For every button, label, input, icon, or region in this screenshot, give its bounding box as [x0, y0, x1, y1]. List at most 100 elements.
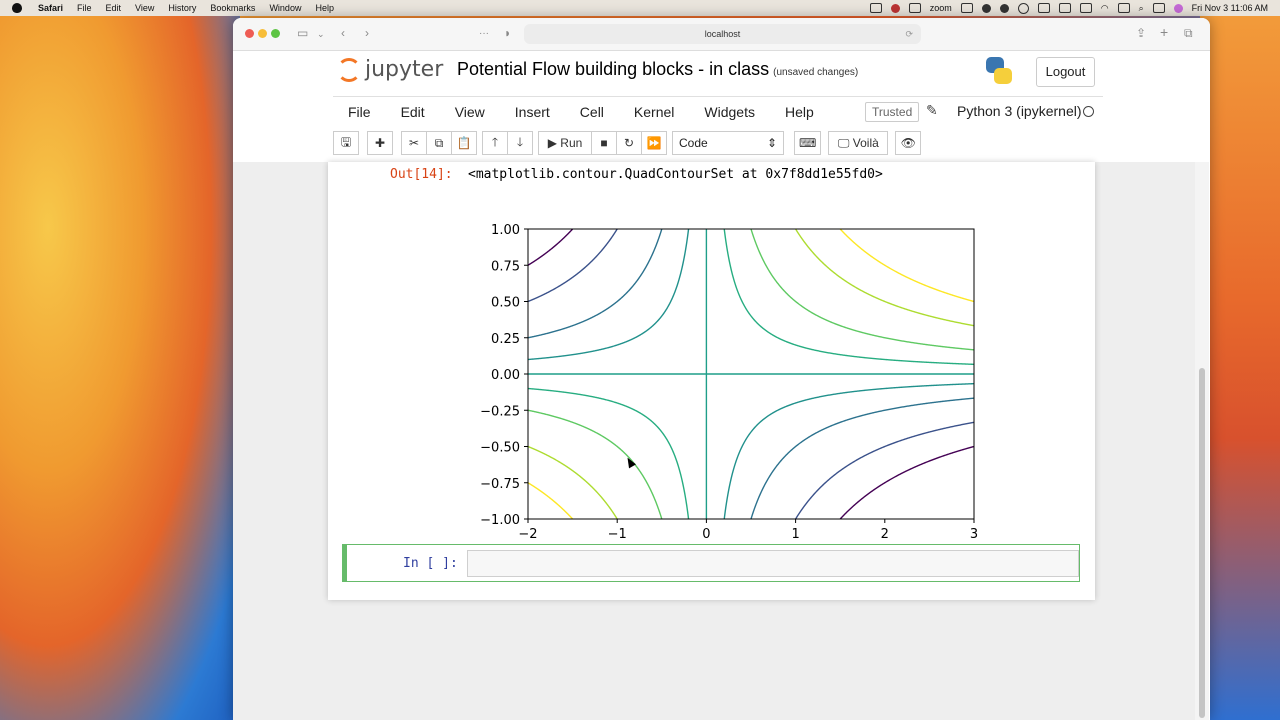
menubar-item-history[interactable]: History	[168, 3, 196, 13]
menu-widgets[interactable]: Widgets	[689, 104, 770, 120]
play-icon: ▶	[547, 136, 557, 150]
status-icon[interactable]	[1017, 2, 1029, 14]
contour-line	[750, 397, 974, 519]
menubar-item-view[interactable]: View	[135, 3, 154, 13]
code-input[interactable]	[467, 550, 1079, 577]
copy-button[interactable]: ⧉	[426, 131, 452, 155]
zoom-menubar-label[interactable]: zoom	[930, 3, 952, 13]
notebook-title[interactable]: Potential Flow building blocks - in clas…	[457, 59, 858, 80]
menu-file[interactable]: File	[333, 104, 386, 120]
run-label: Run	[560, 136, 583, 150]
x-tick-label: 1	[791, 527, 799, 539]
macos-menubar: Safari File Edit View History Bookmarks …	[0, 0, 1280, 16]
address-bar[interactable]: localhost ⟳	[524, 24, 921, 44]
restart-run-all-button[interactable]: ⏩	[641, 131, 667, 155]
tab-overview-icon[interactable]: ⧉	[1184, 26, 1193, 41]
menubar-item-bookmarks[interactable]: Bookmarks	[210, 3, 255, 13]
interrupt-button[interactable]: ■	[591, 131, 617, 155]
apple-icon[interactable]	[12, 3, 22, 13]
menubar-item-help[interactable]: Help	[315, 3, 334, 13]
wifi-icon[interactable]: ◠	[1101, 3, 1109, 14]
status-icon[interactable]	[1117, 3, 1130, 13]
contour-line	[839, 445, 974, 519]
menubar-item-edit[interactable]: Edit	[106, 3, 122, 13]
status-icon[interactable]	[890, 3, 900, 13]
fast-forward-icon: ⏩	[646, 136, 662, 150]
siri-icon[interactable]	[1173, 3, 1183, 13]
menu-view[interactable]: View	[440, 104, 500, 120]
menu-edit[interactable]: Edit	[386, 104, 440, 120]
code-cell[interactable]: In [ ]:	[342, 544, 1080, 582]
pencil-icon[interactable]: ✎	[926, 102, 938, 119]
y-tick-label: −0.75	[480, 477, 520, 492]
insert-cell-button[interactable]: ✚	[367, 131, 393, 155]
url-text: localhost	[704, 29, 741, 39]
zoom-window-button[interactable]	[271, 29, 280, 38]
minimize-window-button[interactable]	[258, 29, 267, 38]
trusted-badge[interactable]: Trusted	[865, 102, 920, 122]
share-icon[interactable]: ⇪	[1136, 26, 1146, 40]
x-tick-label: 3	[970, 527, 978, 539]
close-window-button[interactable]	[245, 29, 254, 38]
voila-button[interactable]: 🖵 Voilà	[828, 131, 889, 155]
y-tick-label: 0.50	[491, 296, 520, 311]
contour-line	[839, 229, 974, 303]
move-down-button[interactable]: 🡓	[507, 131, 533, 155]
menubar-clock[interactable]: Fri Nov 3 11:06 AM	[1192, 3, 1268, 13]
new-tab-icon[interactable]: +	[1160, 24, 1168, 40]
menu-help[interactable]: Help	[770, 104, 829, 120]
spotlight-icon[interactable]: ⌕	[1139, 3, 1144, 14]
kernel-name[interactable]: Python 3 (ipykernel)	[957, 103, 1082, 119]
plus-icon: ✚	[374, 136, 386, 150]
safari-window: ▭ ⌄ ‹ › ··· ◗ localhost ⟳ ⇪ + ⧉ jupyter …	[233, 18, 1210, 720]
contour-line	[723, 229, 974, 366]
y-tick-label: 0.00	[491, 368, 520, 383]
restart-button[interactable]: ↻	[616, 131, 642, 155]
status-icon[interactable]	[999, 3, 1009, 13]
logout-button[interactable]: Logout	[1036, 57, 1095, 87]
contour-line	[528, 229, 574, 266]
command-palette-button[interactable]: ⌨	[794, 131, 822, 155]
eye-icon: 👁	[900, 136, 916, 150]
reload-icon[interactable]: ⟳	[905, 24, 913, 44]
control-center-icon[interactable]	[1152, 3, 1165, 13]
run-button[interactable]: ▶ Run	[538, 131, 592, 155]
menubar-app-name[interactable]: Safari	[38, 3, 63, 13]
save-button[interactable]: 🖫	[333, 131, 359, 155]
status-icon[interactable]	[960, 3, 973, 13]
status-icon[interactable]	[1058, 3, 1071, 13]
cut-button[interactable]: ✂	[401, 131, 427, 155]
jupyter-logo-text: jupyter	[365, 57, 444, 82]
chevron-down-icon[interactable]: ⌄	[317, 29, 325, 40]
battery-icon[interactable]	[1079, 3, 1092, 13]
notebook-container: Out[14]: <matplotlib.contour.QuadContour…	[233, 162, 1195, 720]
shield-icon[interactable]: ◗	[504, 26, 511, 40]
arrow-down-icon: 🡓	[516, 134, 524, 149]
contour-line	[750, 229, 974, 351]
back-icon[interactable]: ‹	[341, 26, 345, 40]
menu-cell[interactable]: Cell	[565, 104, 619, 120]
x-tick-label: 2	[881, 527, 889, 539]
forward-icon[interactable]: ›	[365, 26, 369, 40]
sidebar-icon[interactable]: ▭	[297, 26, 308, 40]
preview-button[interactable]: 👁	[895, 131, 922, 155]
menubar-item-file[interactable]: File	[77, 3, 92, 13]
monitor-icon: 🖵	[837, 135, 850, 150]
move-up-button[interactable]: 🡑	[482, 131, 508, 155]
paste-button[interactable]: 📋	[451, 131, 477, 155]
menu-insert[interactable]: Insert	[500, 104, 565, 120]
notebook-name[interactable]: Potential Flow building blocks - in clas…	[457, 59, 769, 79]
keyboard-icon: ⌨	[799, 136, 817, 150]
status-icon[interactable]	[981, 3, 991, 13]
more-dots-icon[interactable]: ···	[479, 28, 489, 39]
menubar-item-window[interactable]: Window	[269, 3, 301, 13]
cell-type-select[interactable]: Code ⇕	[672, 131, 784, 155]
jupyter-logo[interactable]: jupyter	[337, 57, 443, 82]
screen-record-icon[interactable]	[869, 3, 882, 13]
status-icon[interactable]	[1037, 3, 1050, 13]
restart-icon: ↻	[623, 136, 635, 150]
scrollbar-thumb[interactable]	[1199, 368, 1205, 718]
menu-kernel[interactable]: Kernel	[619, 104, 689, 120]
contour-line	[528, 387, 690, 519]
status-icon[interactable]	[908, 3, 921, 13]
